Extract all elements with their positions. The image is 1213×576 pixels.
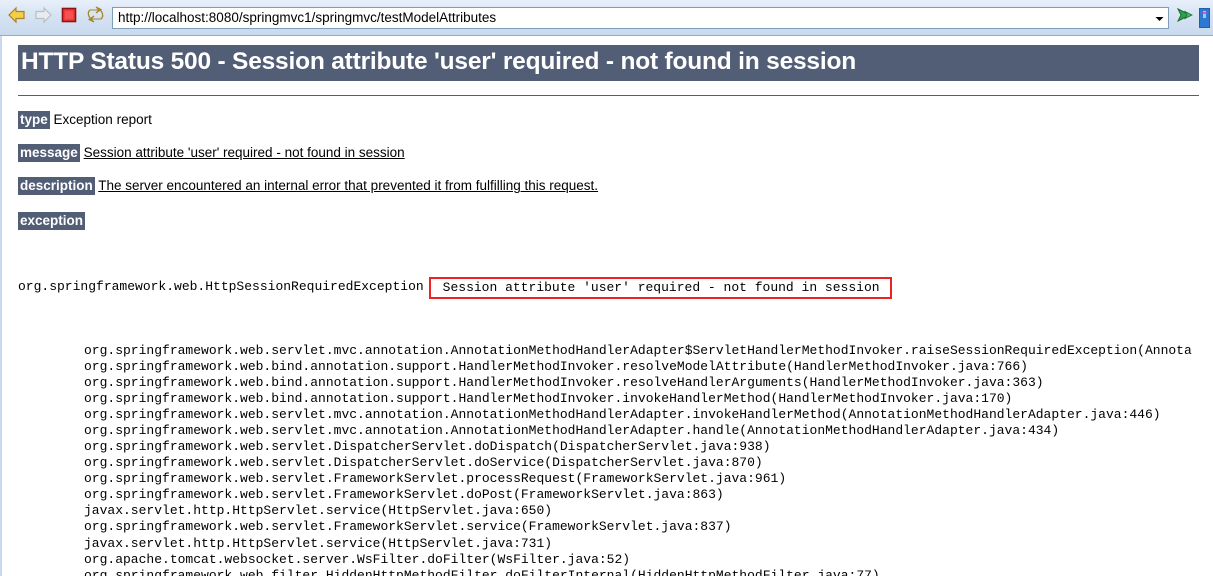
stack-trace-line: org.springframework.web.bind.annotation.… bbox=[84, 391, 1013, 407]
stop-button[interactable] bbox=[56, 5, 82, 31]
url-history-dropdown-button[interactable] bbox=[1151, 8, 1168, 28]
refresh-icon bbox=[86, 6, 105, 29]
stack-trace-line: org.springframework.web.servlet.mvc.anno… bbox=[84, 407, 1161, 423]
url-input[interactable]: http://localhost:8080/springmvc1/springm… bbox=[113, 8, 1151, 28]
stack-trace-line: org.springframework.web.servlet.Dispatch… bbox=[84, 439, 771, 455]
stack-trace-lines: org.springframework.web.servlet.mvc.anno… bbox=[18, 343, 1199, 576]
description-row: description The server encountered an in… bbox=[18, 177, 1199, 196]
stack-trace-line: org.springframework.web.servlet.mvc.anno… bbox=[84, 342, 1192, 358]
message-row: message Session attribute 'user' require… bbox=[18, 144, 1199, 163]
error-page: HTTP Status 500 - Session attribute 'use… bbox=[0, 36, 1213, 576]
stack-trace-line: javax.servlet.http.HttpServlet.service(H… bbox=[84, 535, 553, 551]
stack-trace-line: org.springframework.web.bind.annotation.… bbox=[84, 359, 1028, 374]
go-play-icon bbox=[1175, 6, 1195, 29]
arrow-right-icon bbox=[33, 6, 53, 29]
exception-stacktrace: org.springframework.web.HttpSessionRequi… bbox=[18, 244, 1199, 576]
description-label: description bbox=[18, 177, 95, 196]
message-value: Session attribute 'user' required - not … bbox=[83, 145, 405, 161]
exception-header-line: org.springframework.web.HttpSessionRequi… bbox=[18, 276, 1199, 299]
exception-label: exception bbox=[18, 212, 86, 231]
stack-trace-line: org.springframework.web.servlet.Framewor… bbox=[84, 519, 732, 535]
description-value: The server encountered an internal error… bbox=[98, 178, 599, 194]
message-label: message bbox=[18, 144, 80, 163]
stack-trace-line: org.springframework.web.bind.annotation.… bbox=[84, 375, 1044, 391]
exception-class-name: org.springframework.web.HttpSessionRequi… bbox=[18, 278, 424, 294]
stack-trace-line: org.springframework.web.servlet.Framewor… bbox=[84, 471, 787, 487]
status-banner: HTTP Status 500 - Session attribute 'use… bbox=[18, 45, 1199, 82]
forward-button[interactable] bbox=[30, 5, 56, 31]
address-bar[interactable]: http://localhost:8080/springmvc1/springm… bbox=[112, 6, 1169, 29]
go-button[interactable] bbox=[1173, 5, 1197, 31]
exception-message-highlight: Session attribute 'user' required - not … bbox=[428, 276, 892, 299]
back-button[interactable] bbox=[4, 5, 30, 31]
arrow-left-icon bbox=[7, 6, 27, 29]
divider-top bbox=[18, 95, 1199, 97]
refresh-button[interactable] bbox=[82, 5, 108, 31]
type-row: type Exception report bbox=[18, 111, 1199, 130]
chevron-down-icon bbox=[1155, 9, 1164, 27]
bookmark-icon[interactable] bbox=[1199, 3, 1213, 33]
stack-trace-line: org.springframework.web.servlet.Dispatch… bbox=[84, 455, 763, 471]
stack-trace-line: org.springframework.web.servlet.mvc.anno… bbox=[84, 423, 1060, 439]
type-value: Exception report bbox=[53, 112, 152, 128]
exception-row: exception bbox=[18, 212, 1199, 231]
browser-window: http://localhost:8080/springmvc1/springm… bbox=[0, 0, 1213, 576]
stack-trace-line: javax.servlet.http.HttpServlet.service(H… bbox=[84, 503, 553, 519]
stack-trace-line: org.apache.tomcat.websocket.server.WsFil… bbox=[84, 551, 631, 567]
type-label: type bbox=[18, 111, 50, 130]
stop-square-icon bbox=[61, 7, 77, 28]
stack-trace-line: org.springframework.web.filter.HiddenHtt… bbox=[84, 567, 880, 576]
browser-toolbar: http://localhost:8080/springmvc1/springm… bbox=[0, 0, 1213, 36]
stack-trace-line: org.springframework.web.servlet.Framewor… bbox=[84, 487, 724, 503]
